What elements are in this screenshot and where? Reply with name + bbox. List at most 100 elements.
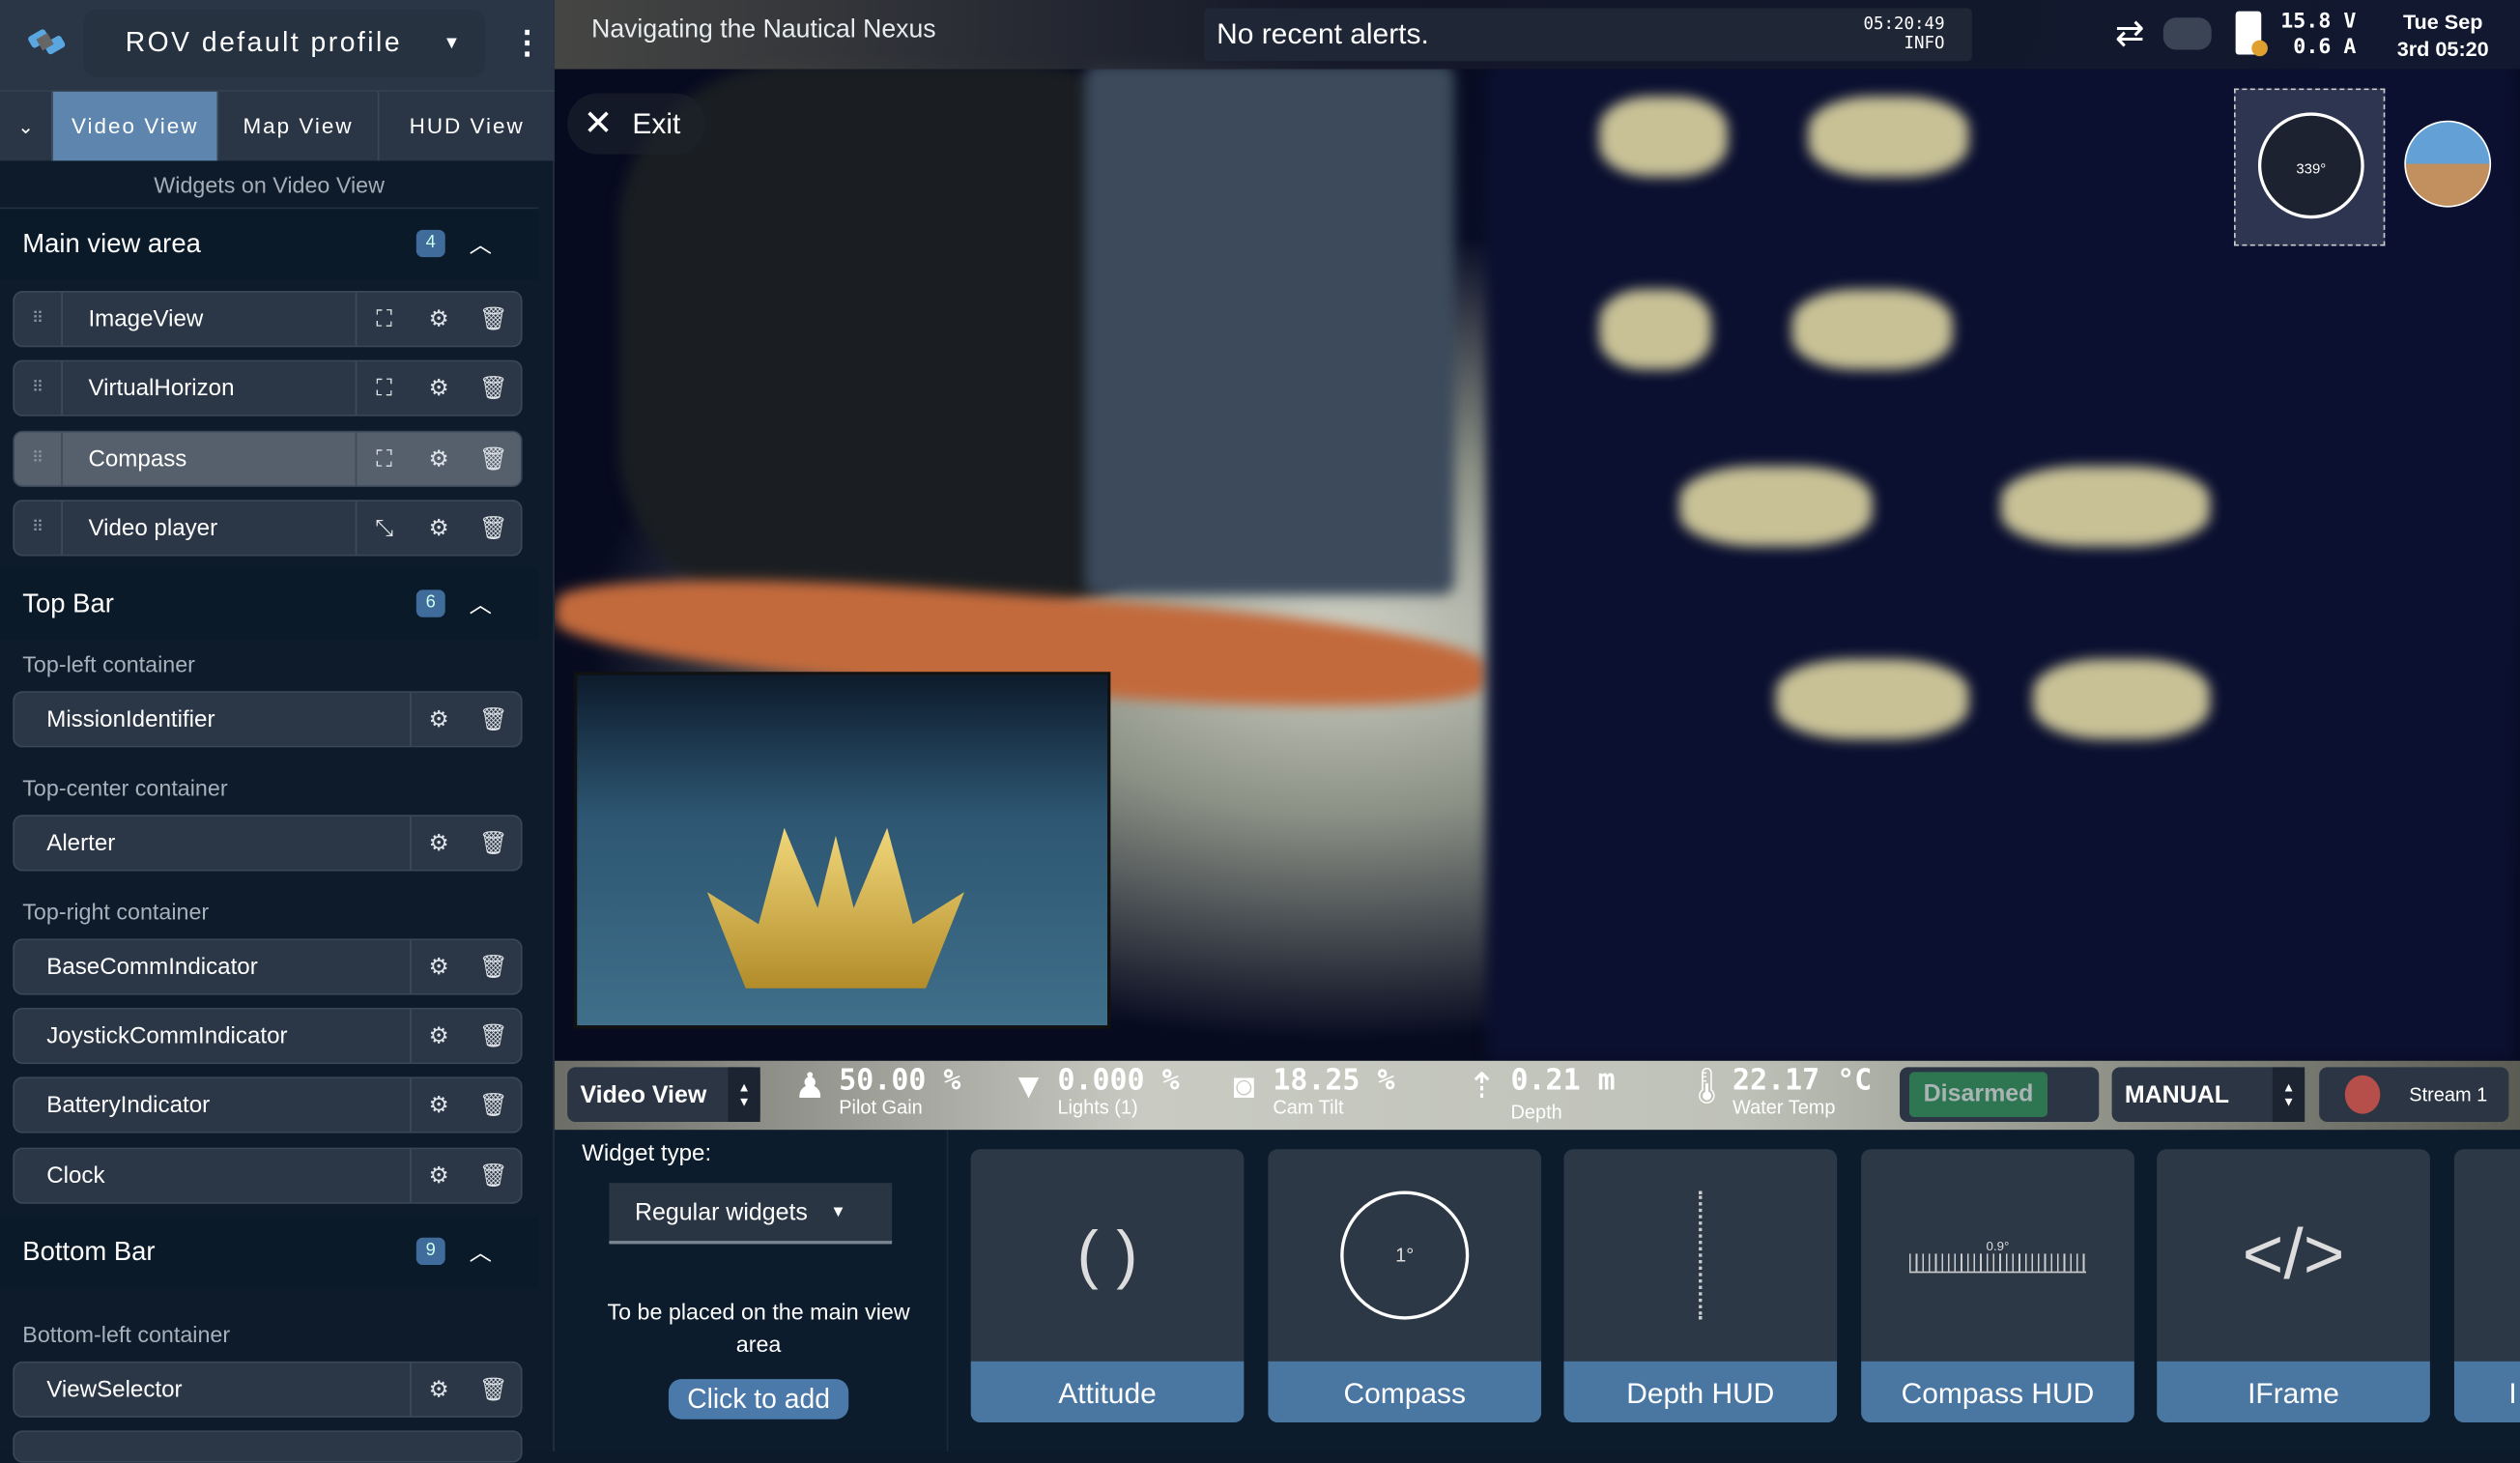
tab-video-view[interactable]: Video View bbox=[51, 91, 217, 161]
widget-card-compass-hud[interactable]: 0.9° Compass HUD bbox=[1861, 1149, 2134, 1423]
row-actions: ⚙ 🗑 bbox=[410, 1149, 521, 1203]
fullscreen-exit-icon[interactable]: ⤡ bbox=[357, 514, 412, 541]
compass-widget[interactable]: 339° bbox=[2233, 88, 2386, 246]
widget-row[interactable]: ⠿ VirtualHorizon ⛶ ⚙ 🗑 bbox=[13, 359, 523, 416]
count-badge: 6 bbox=[415, 589, 445, 617]
section-bottom-bar[interactable]: Bottom Bar 9 ︿ bbox=[0, 1217, 539, 1288]
arm-toggle[interactable]: Disarmed bbox=[1909, 1072, 2048, 1117]
gear-icon[interactable]: ⚙ bbox=[412, 1091, 467, 1118]
count-badge: 4 bbox=[415, 229, 445, 258]
click-to-add-button[interactable]: Click to add bbox=[668, 1379, 849, 1420]
row-actions: ⛶ ⚙ 🗑 bbox=[355, 432, 521, 486]
trash-icon[interactable]: 🗑 bbox=[466, 1022, 521, 1049]
widget-name: ViewSelector bbox=[46, 1376, 183, 1403]
profile-selector[interactable]: ROV default profile ▼ bbox=[83, 9, 486, 77]
gear-icon[interactable]: ⚙ bbox=[412, 1022, 467, 1049]
widget-type-select[interactable]: Regular widgets ▼ bbox=[609, 1183, 893, 1245]
stream-name: Stream 1 bbox=[2409, 1083, 2488, 1106]
record-icon[interactable] bbox=[2344, 1075, 2381, 1114]
rov-logo-icon[interactable] bbox=[22, 19, 80, 68]
gear-icon[interactable]: ⚙ bbox=[412, 705, 467, 732]
widget-row[interactable]: BaseCommIndicator ⚙ 🗑 bbox=[13, 938, 523, 995]
tab-hud-view[interactable]: HUD View bbox=[377, 91, 555, 161]
widget-row-partial[interactable] bbox=[13, 1430, 523, 1463]
fullscreen-icon[interactable]: ⛶ bbox=[357, 305, 412, 332]
close-icon: ✕ bbox=[583, 102, 614, 144]
chevron-up-icon[interactable]: ︿ bbox=[470, 228, 492, 260]
widget-row[interactable]: Alerter ⚙ 🗑 bbox=[13, 815, 523, 872]
water-temp-label: Water Temp bbox=[1732, 1096, 1836, 1119]
trash-icon[interactable]: 🗑 bbox=[466, 305, 521, 332]
chevron-up-icon[interactable]: ︿ bbox=[470, 1236, 492, 1268]
fullscreen-icon[interactable]: ⛶ bbox=[357, 445, 412, 473]
widget-row[interactable]: ⠿ ImageView ⛶ ⚙ 🗑 bbox=[13, 291, 523, 348]
section-top-bar[interactable]: Top Bar 6 ︿ bbox=[0, 568, 539, 640]
trash-icon[interactable]: 🗑 bbox=[466, 1376, 521, 1403]
gear-icon[interactable]: ⚙ bbox=[412, 445, 467, 473]
card-label: Compass bbox=[1268, 1361, 1542, 1423]
widgets-heading: Widgets on Video View bbox=[0, 160, 539, 210]
alert-timestamp: 05:20:49 INFO bbox=[1832, 14, 1944, 53]
widget-row[interactable]: ⠿ Video player ⤡ ⚙ 🗑 bbox=[13, 500, 523, 557]
widget-row[interactable]: BatteryIndicator ⚙ 🗑 bbox=[13, 1076, 523, 1133]
widget-row[interactable]: ViewSelector ⚙ 🗑 bbox=[13, 1361, 523, 1419]
trash-icon[interactable]: 🗑 bbox=[466, 953, 521, 980]
trash-icon[interactable]: 🗑 bbox=[466, 375, 521, 402]
gear-icon[interactable]: ⚙ bbox=[412, 1376, 467, 1403]
gear-icon[interactable]: ⚙ bbox=[412, 953, 467, 980]
widget-card-partial[interactable]: I bbox=[2453, 1149, 2520, 1423]
widget-row[interactable]: MissionIdentifier ⚙ 🗑 bbox=[13, 691, 523, 748]
battery-indicator[interactable]: 15.8 V 0.6 A bbox=[2279, 10, 2357, 61]
current: 0.6 A bbox=[2293, 35, 2357, 60]
drag-handle-icon[interactable]: ⠿ bbox=[14, 432, 63, 486]
drag-handle-icon[interactable]: ⠿ bbox=[14, 361, 63, 416]
drag-handle-icon[interactable]: ⠿ bbox=[14, 292, 63, 346]
mission-identifier[interactable]: Navigating the Nautical Nexus bbox=[591, 16, 936, 45]
card-label: I bbox=[2453, 1361, 2520, 1423]
clock-date: Tue Sep bbox=[2402, 9, 2483, 34]
widget-name: Video player bbox=[88, 515, 218, 541]
fullscreen-icon[interactable]: ⛶ bbox=[357, 375, 412, 402]
widget-card-attitude[interactable]: ( ) Attitude bbox=[970, 1149, 1245, 1423]
more-options-icon[interactable]: ⋮ bbox=[511, 22, 543, 64]
joystick-comm-icon[interactable] bbox=[2162, 17, 2212, 50]
widget-card-compass[interactable]: 1° Compass bbox=[1268, 1149, 1542, 1423]
tab-map-view[interactable]: Map View bbox=[216, 91, 378, 161]
lights-indicator: ▼ 0.000 % Lights (1) bbox=[1010, 1065, 1179, 1119]
cam-tilt-indicator: ◙ 18.25 % Cam Tilt bbox=[1224, 1065, 1394, 1119]
chevron-down-icon[interactable]: ⌄ bbox=[0, 92, 51, 161]
gear-icon[interactable]: ⚙ bbox=[412, 375, 467, 402]
clock-time: 3rd 05:20 bbox=[2396, 37, 2489, 62]
gear-icon[interactable]: ⚙ bbox=[412, 514, 467, 541]
gear-icon[interactable]: ⚙ bbox=[412, 305, 467, 332]
depth-label: Depth bbox=[1510, 1101, 1562, 1124]
section-main-view-area[interactable]: Main view area 4 ︿ bbox=[0, 209, 539, 280]
exit-edit-button[interactable]: ✕ Exit bbox=[567, 93, 706, 155]
widget-row[interactable]: ⠿ Compass ⛶ ⚙ 🗑 bbox=[13, 430, 523, 487]
widget-name: ImageView bbox=[88, 305, 204, 332]
compass-hud-preview: 0.9° bbox=[1861, 1149, 2134, 1362]
widget-card-iframe[interactable]: </> IFrame bbox=[2157, 1149, 2430, 1423]
trash-icon[interactable]: 🗑 bbox=[466, 1091, 521, 1118]
trash-icon[interactable]: 🗑 bbox=[466, 1162, 521, 1190]
pilot-icon: ♟ bbox=[793, 1065, 826, 1106]
gear-icon[interactable]: ⚙ bbox=[412, 829, 467, 856]
section-title: Main view area bbox=[22, 229, 201, 258]
trash-icon[interactable]: 🗑 bbox=[466, 829, 521, 856]
gear-icon[interactable]: ⚙ bbox=[412, 1162, 467, 1190]
widget-card-depth-hud[interactable]: Depth HUD bbox=[1563, 1149, 1838, 1423]
trash-icon[interactable]: 🗑 bbox=[466, 445, 521, 473]
chevron-up-icon[interactable]: ︿ bbox=[470, 588, 492, 620]
camera-rotate-icon: ◙ bbox=[1233, 1065, 1255, 1106]
depth-icon: ⇡ bbox=[1467, 1065, 1497, 1106]
view-selector[interactable]: Video View ▲ ▼ bbox=[567, 1067, 760, 1122]
widget-row[interactable]: JoystickCommIndicator ⚙ 🗑 bbox=[13, 1007, 523, 1065]
virtual-horizon-widget[interactable] bbox=[2404, 120, 2492, 208]
trash-icon[interactable]: 🗑 bbox=[466, 514, 521, 541]
pilot-gain-value: 50.00 % bbox=[839, 1064, 961, 1099]
widget-row[interactable]: Clock ⚙ 🗑 bbox=[13, 1147, 523, 1204]
mode-selector[interactable]: MANUAL ▲ ▼ bbox=[2111, 1067, 2305, 1122]
trash-icon[interactable]: 🗑 bbox=[466, 705, 521, 732]
drag-handle-icon[interactable]: ⠿ bbox=[14, 501, 63, 555]
base-comm-icon[interactable]: ⇄ bbox=[2115, 13, 2145, 54]
